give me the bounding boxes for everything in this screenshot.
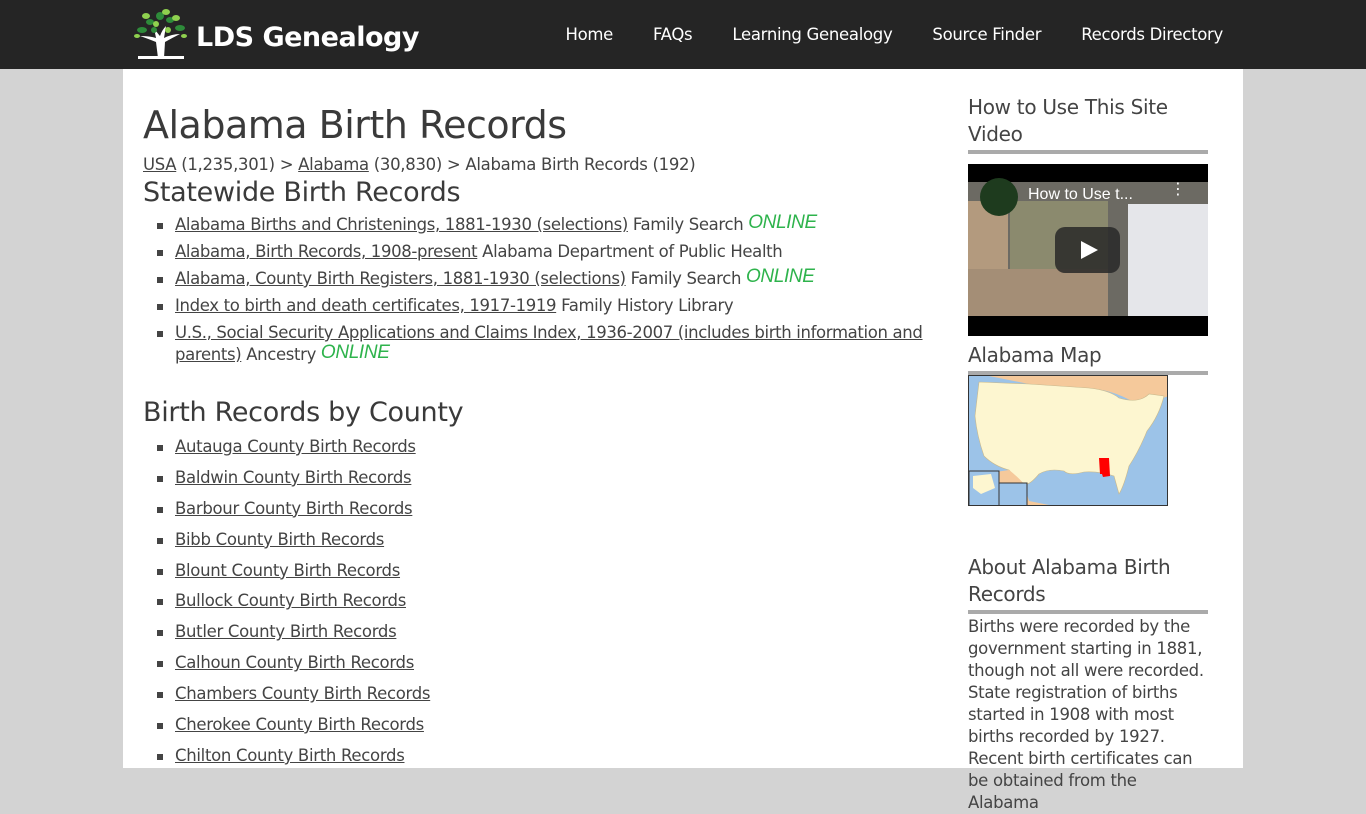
county-heading: Birth Records by County — [143, 397, 464, 428]
site-name: LDS Genealogy — [196, 21, 419, 53]
county-link[interactable]: Blount County Birth Records — [175, 561, 400, 580]
county-link[interactable]: Bullock County Birth Records — [175, 591, 406, 610]
list-item: Calhoun County Birth Records — [157, 652, 953, 674]
list-item: Barbour County Birth Records — [157, 498, 953, 520]
us-map-image — [969, 376, 1167, 505]
county-link[interactable]: Barbour County Birth Records — [175, 499, 413, 518]
list-item: Alabama Births and Christenings, 1881-19… — [157, 212, 953, 236]
page-container: Alabama Birth Records USA (1,235,301) > … — [123, 69, 1243, 812]
more-options-icon[interactable]: ⋮ — [1170, 181, 1186, 197]
list-item: Chilton County Birth Records — [157, 745, 953, 767]
about-heading: About Alabama Birth Records — [968, 554, 1208, 614]
list-item: Alabama, County Birth Registers, 1881-19… — [157, 266, 953, 290]
statewide-heading: Statewide Birth Records — [143, 177, 461, 208]
about-text: Births were recorded by the government s… — [968, 617, 1204, 812]
breadcrumb-alabama[interactable]: Alabama — [298, 155, 369, 174]
county-link[interactable]: Chambers County Birth Records — [175, 684, 431, 703]
list-item: Bibb County Birth Records — [157, 529, 953, 551]
record-link[interactable]: Alabama Births and Christenings, 1881-19… — [175, 215, 628, 234]
nav-records-directory[interactable]: Records Directory — [1081, 25, 1223, 44]
nav-home[interactable]: Home — [565, 25, 613, 44]
breadcrumb-usa-count: (1,235,301) > — [176, 155, 299, 174]
county-link[interactable]: Bibb County Birth Records — [175, 530, 384, 549]
video-title[interactable]: How to Use t... — [1028, 186, 1133, 204]
county-link[interactable]: Calhoun County Birth Records — [175, 653, 414, 672]
list-item: Butler County Birth Records — [157, 621, 953, 643]
statewide-list: Alabama Births and Christenings, 1881-19… — [157, 212, 953, 366]
online-badge: ONLINE — [745, 266, 815, 287]
video-heading: How to Use This Site Video — [968, 94, 1208, 154]
list-item: Blount County Birth Records — [157, 560, 953, 582]
play-button-icon[interactable] — [1055, 227, 1120, 273]
record-link[interactable]: Index to birth and death certificates, 1… — [175, 296, 557, 315]
breadcrumb-current: Alabama Birth Records (192) — [465, 155, 696, 174]
county-link[interactable]: Autauga County Birth Records — [175, 437, 416, 456]
county-list: Autauga County Birth Records Baldwin Cou… — [157, 436, 953, 767]
video-thumbnail-photo — [968, 269, 1108, 316]
list-item: Autauga County Birth Records — [157, 436, 953, 458]
nav-faqs[interactable]: FAQs — [653, 25, 693, 44]
top-navbar: LDS Genealogy Home FAQs Learning Genealo… — [0, 0, 1366, 69]
alabama-map[interactable] — [968, 375, 1168, 506]
channel-logo-icon — [980, 178, 1018, 216]
site-logo[interactable]: LDS Genealogy — [132, 8, 419, 60]
record-source: Family History Library — [556, 296, 734, 315]
list-item: Baldwin County Birth Records — [157, 467, 953, 489]
nav-source-finder[interactable]: Source Finder — [932, 25, 1041, 44]
record-link[interactable]: Alabama, Birth Records, 1908-present — [175, 242, 478, 261]
video-embed[interactable]: How to Use t... ⋮ — [968, 164, 1208, 336]
county-link[interactable]: Baldwin County Birth Records — [175, 468, 412, 487]
page-title: Alabama Birth Records — [143, 103, 567, 147]
county-link[interactable]: Cherokee County Birth Records — [175, 715, 424, 734]
breadcrumb-usa[interactable]: USA — [143, 155, 177, 174]
record-source: Ancestry — [241, 345, 321, 364]
county-link[interactable]: Chilton County Birth Records — [175, 746, 405, 765]
list-item: Cherokee County Birth Records — [157, 714, 953, 736]
online-badge: ONLINE — [320, 342, 390, 363]
sidebar: How to Use This Site Video How to Use t.… — [968, 69, 1208, 814]
record-source: Alabama Department of Public Health — [477, 242, 783, 261]
map-heading: Alabama Map — [968, 342, 1208, 375]
list-item: Index to birth and death certificates, 1… — [157, 295, 953, 317]
list-item: U.S., Social Security Applications and C… — [157, 322, 953, 366]
breadcrumb: USA (1,235,301) > Alabama (30,830) > Ala… — [143, 155, 953, 174]
county-link[interactable]: Butler County Birth Records — [175, 622, 397, 641]
video-thumbnail-page — [1128, 204, 1208, 316]
list-item: Bullock County Birth Records — [157, 590, 953, 612]
tree-icon — [134, 9, 187, 59]
main-content: Alabama Birth Records USA (1,235,301) > … — [143, 69, 953, 776]
nav-learning-genealogy[interactable]: Learning Genealogy — [732, 25, 892, 44]
list-item: Alabama, Birth Records, 1908-present Ala… — [157, 241, 953, 263]
list-item: Chambers County Birth Records — [157, 683, 953, 705]
main-nav: Home FAQs Learning Genealogy Source Find… — [525, 0, 1223, 69]
record-link[interactable]: Alabama, County Birth Registers, 1881-19… — [175, 269, 626, 288]
breadcrumb-alabama-count: (30,830) > — [368, 155, 466, 174]
record-source: Family Search — [627, 215, 749, 234]
online-badge: ONLINE — [748, 212, 817, 233]
record-source: Family Search — [625, 269, 746, 288]
